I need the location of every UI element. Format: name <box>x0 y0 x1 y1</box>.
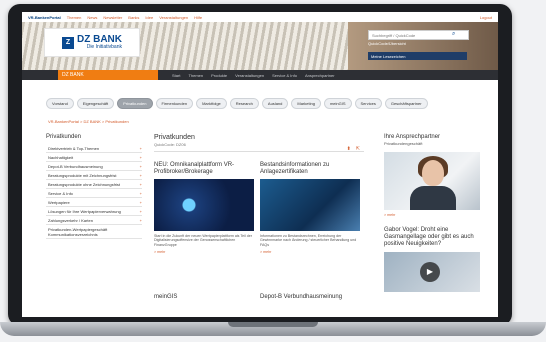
nav-item-start[interactable]: Start <box>172 73 180 78</box>
quickcode-label: QuickCode: DZ06 <box>154 142 186 147</box>
more-link[interactable]: > mehr <box>384 213 480 217</box>
sidebar-item[interactable]: Beratungsprodukte mit Zeichnungsfrist + <box>46 171 142 180</box>
top-link-themen[interactable]: Themen <box>67 15 82 20</box>
contact-subtitle: Privatkundengeschäft <box>384 141 423 146</box>
contact-photo[interactable] <box>384 152 480 210</box>
section-tabs: Vorstand Eigengeschäft Privatkunden Firm… <box>46 98 428 109</box>
article-headline[interactable]: meinGIS <box>154 294 254 301</box>
plus-icon: + <box>139 208 142 214</box>
top-link-news[interactable]: News <box>87 15 97 20</box>
article-card[interactable]: Bestandsinformationen zu Anlagezertifika… <box>260 162 360 254</box>
quickcode-link[interactable]: QuickCode/Übersicht <box>368 41 406 46</box>
logo-mark-icon: Z <box>62 36 74 49</box>
nav-item-produkte[interactable]: Produkte <box>211 73 227 78</box>
top-link-idee[interactable]: Idee <box>145 15 153 20</box>
laptop-frame: VR-BankenPortal Themen News Newsletter B… <box>8 4 512 326</box>
video-thumbnail[interactable]: ▶ <box>384 251 480 292</box>
article-card[interactable]: meinGIS <box>154 294 254 301</box>
article-image[interactable] <box>154 178 254 231</box>
plus-icon: + <box>139 181 142 187</box>
top-link-newsletter[interactable]: Newsletter <box>103 15 122 20</box>
nav-item-veranstaltungen[interactable]: Veranstaltungen <box>235 73 264 78</box>
plus-icon: + <box>139 217 142 223</box>
sidebar-item[interactable]: Privatkunden-Wertpapiergeschäft Kommunik… <box>46 225 142 239</box>
sidebar-item[interactable]: Direktvertrieb & Top-Themen + <box>46 144 142 153</box>
more-link[interactable]: > mehr <box>260 250 360 254</box>
article-text: Start in die Zukunft der neuen Wertpapie… <box>154 233 252 248</box>
main-content: Privatkunden QuickCode: DZ06 ⬍ ⇱ <box>154 134 364 156</box>
sidebar-item[interactable]: Service & Info + <box>46 189 142 198</box>
search-icon[interactable]: ⌕ <box>452 31 460 38</box>
tab-marktfolge[interactable]: Marktfolge <box>196 98 227 109</box>
tab-ausland[interactable]: Ausland <box>261 98 289 109</box>
sidebar-item[interactable]: Zahlungsverkehr / Karten + <box>46 216 142 225</box>
bookmark-icon[interactable]: ⬍ <box>347 146 351 152</box>
nav-item-service[interactable]: Service & Info <box>272 73 297 78</box>
dz-bank-logo[interactable]: Z DZ BANK Die Initiativbank <box>44 28 140 57</box>
sidebar-item[interactable]: Depot-B Verbundhausmeinung + <box>46 162 142 171</box>
portal-brand-link[interactable]: VR-BankenPortal <box>28 15 61 20</box>
hero-banner: Z DZ BANK Die Initiativbank Suchbegriff … <box>22 22 498 70</box>
breadcrumb[interactable]: VR-BankenPortal > DZ BANK > Privatkunden <box>48 119 129 124</box>
main-nav-items: Start Themen Produkte Veranstaltungen Se… <box>172 70 335 80</box>
play-icon[interactable]: ▶ <box>420 261 440 282</box>
sidebar-item[interactable]: Wertpapiere + <box>46 198 142 207</box>
tab-vorstand[interactable]: Vorstand <box>46 98 74 109</box>
top-link-veranstaltungen[interactable]: Veranstaltungen <box>159 15 188 20</box>
top-link-banks[interactable]: Banks <box>128 15 139 20</box>
nav-item-ansprechpartner[interactable]: Ansprechpartner <box>305 73 335 78</box>
nav-item-themen[interactable]: Themen <box>188 73 203 78</box>
tab-research[interactable]: Research <box>229 98 259 109</box>
logo-tagline: Die Initiativbank <box>86 44 122 50</box>
sidebar-item[interactable]: Beratungsprodukte ohne Zeichnungsfrist + <box>46 180 142 189</box>
plus-icon: + <box>139 145 142 151</box>
top-link-hilfe[interactable]: Hilfe <box>194 15 202 20</box>
page-title: Privatkunden <box>154 134 195 141</box>
plus-icon: + <box>139 163 142 169</box>
plus-icon: + <box>139 190 142 196</box>
article-text: Informationen zu Bestandsrechnen, Erreic… <box>260 233 357 248</box>
tab-eigengeschaeft[interactable]: Eigengeschäft <box>76 98 115 109</box>
contact-title: Ihre Ansprechpartner <box>384 134 441 140</box>
tab-firmenkunden[interactable]: Firmenkunden <box>155 98 194 109</box>
tab-privatkunden[interactable]: Privatkunden <box>117 98 153 109</box>
tab-marketing[interactable]: Marketing <box>291 98 321 109</box>
sidebar-title: Privatkunden <box>46 134 82 140</box>
share-icon[interactable]: ⇱ <box>356 146 360 152</box>
tab-meingis[interactable]: meinGIS <box>323 98 352 109</box>
article-headline[interactable]: NEU: Omnikanalplattform VR-Profibroker/B… <box>154 162 254 176</box>
article-card[interactable]: NEU: Omnikanalplattform VR-Profibroker/B… <box>154 162 254 254</box>
bookmarks-dropdown[interactable]: Meine Lesezeichen <box>368 52 467 60</box>
tab-geschaeftspartner[interactable]: Geschäftspartner <box>384 98 428 109</box>
article-card[interactable]: Depot-B Verbundhausmeinung <box>260 294 360 301</box>
more-link[interactable]: > mehr <box>154 250 254 254</box>
contact-column: Ihre Ansprechpartner Privatkundengeschäf… <box>384 134 480 292</box>
logout-link[interactable]: Logout <box>480 15 492 20</box>
plus-icon: + <box>139 154 142 160</box>
sidebar-item[interactable]: Lösungen für Ihre Wertpapierverwahrung + <box>46 207 142 216</box>
sidebar-item[interactable]: Nachhaltigkeit + <box>46 153 142 162</box>
article-headline[interactable]: Bestandsinformationen zu Anlagezertifika… <box>260 162 360 176</box>
article-headline[interactable]: Depot-B Verbundhausmeinung <box>260 294 360 301</box>
plus-icon: + <box>139 172 142 178</box>
teaser-headline[interactable]: Gabor Vogel: Droht eine Gasmangellage od… <box>384 227 480 248</box>
laptop-notch <box>228 322 318 327</box>
browser-screen: VR-BankenPortal Themen News Newsletter B… <box>22 12 498 317</box>
bank-selector-dropdown[interactable]: DZ BANK <box>58 70 158 80</box>
tab-services[interactable]: Services <box>354 98 382 109</box>
plus-icon: + <box>139 199 142 205</box>
top-link-bar: VR-BankenPortal Themen News Newsletter B… <box>22 12 498 22</box>
sidebar: Privatkunden Direktvertrieb & Top-Themen… <box>46 134 142 239</box>
article-image[interactable] <box>260 178 360 231</box>
